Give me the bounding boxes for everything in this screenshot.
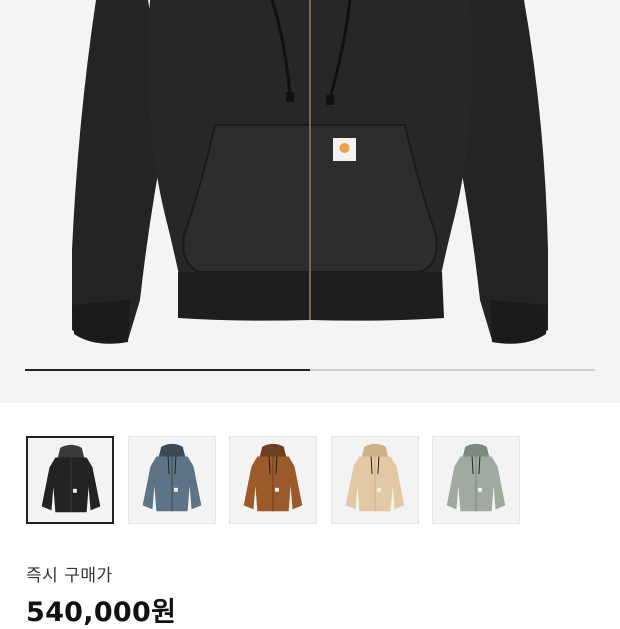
product-main-image[interactable] bbox=[0, 0, 620, 403]
jacket-thumbnail-icon bbox=[446, 443, 506, 512]
color-thumbnail-dusty-beige[interactable] bbox=[330, 436, 419, 524]
color-thumbnail-black[interactable] bbox=[26, 436, 114, 524]
jacket-thumbnail-icon bbox=[142, 443, 201, 512]
color-thumbnail-blue-grey[interactable] bbox=[127, 436, 216, 524]
color-thumbnail-hamilton-brown[interactable] bbox=[229, 436, 317, 524]
color-thumbnail-list bbox=[26, 436, 596, 524]
instant-buy-price-value: 540,000원 bbox=[26, 597, 177, 628]
jacket-illustration bbox=[72, 0, 548, 344]
jacket-thumbnail-icon bbox=[41, 444, 101, 513]
gallery-progress-fill bbox=[25, 369, 310, 371]
jacket-thumbnail-icon bbox=[345, 443, 404, 512]
brand-logo-icon bbox=[339, 143, 350, 153]
jacket-thumbnail-icon bbox=[243, 443, 303, 512]
instant-buy-price-label: 즉시 구매가 bbox=[26, 566, 113, 586]
color-thumbnail-sage-grey[interactable] bbox=[432, 436, 520, 524]
gallery-progress-bar bbox=[25, 369, 595, 371]
